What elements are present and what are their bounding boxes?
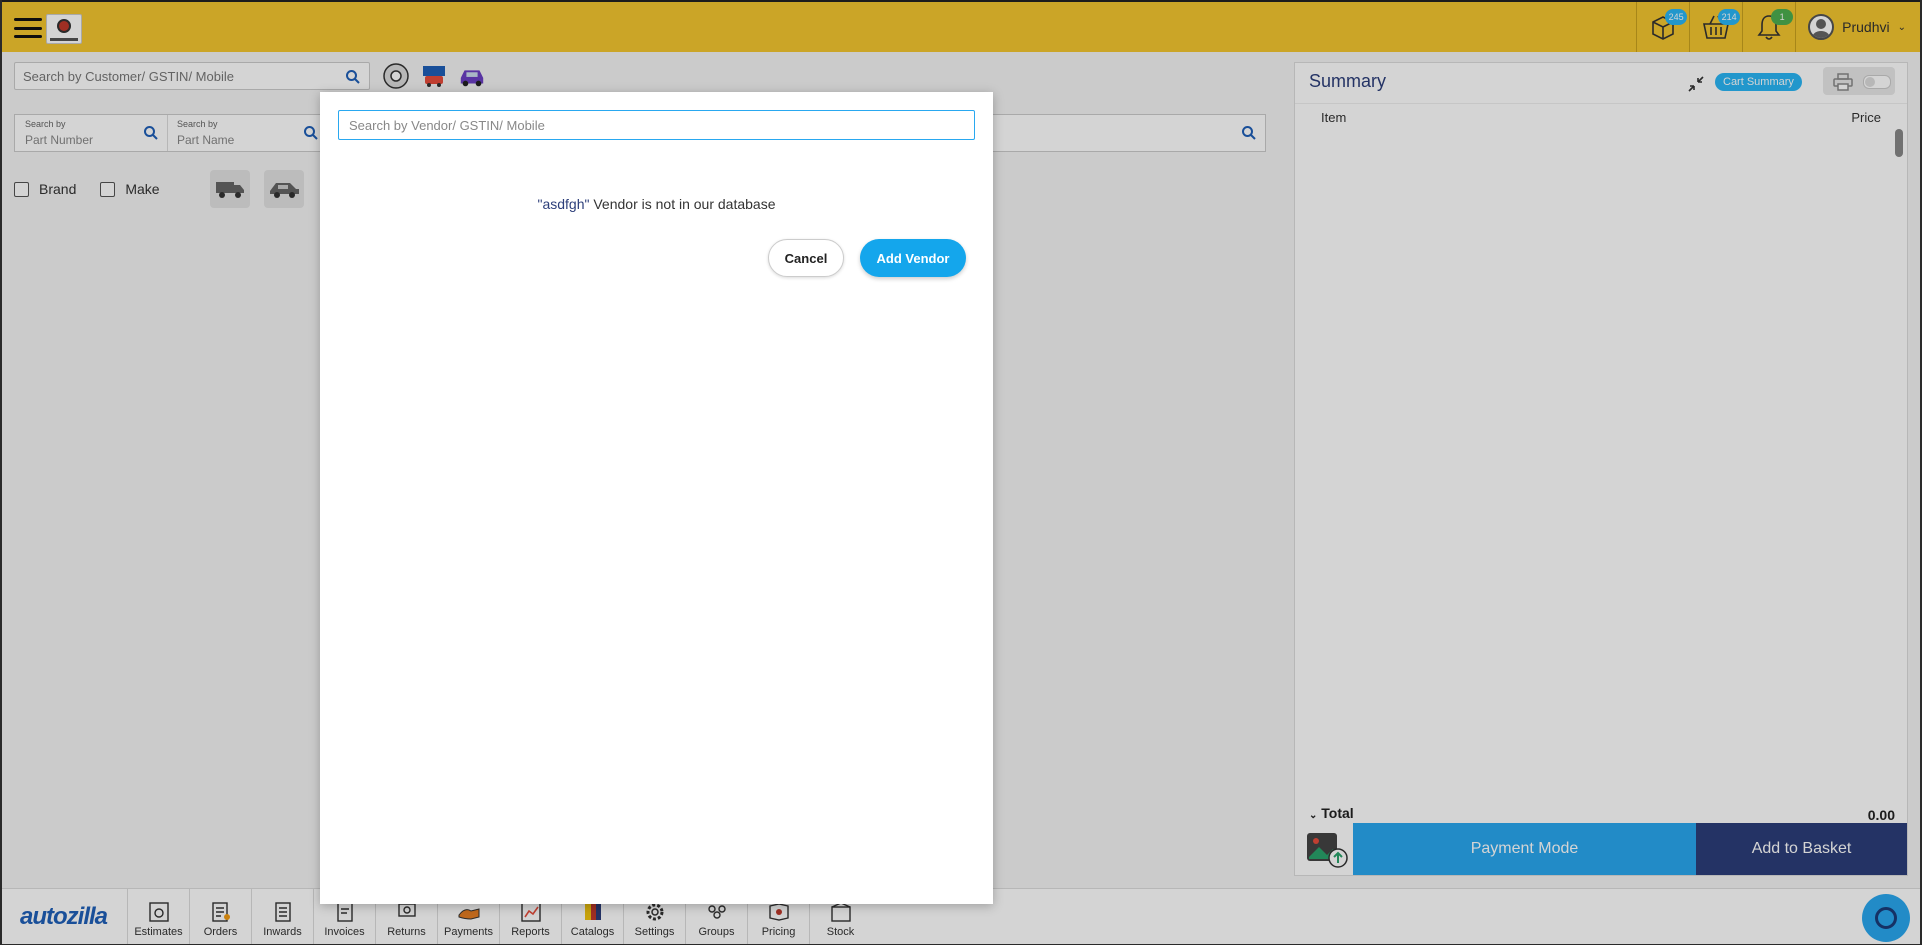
vendor-not-found-message: "asdfgh" Vendor is not in our database [320,196,993,212]
add-vendor-button[interactable]: Add Vendor [860,239,966,277]
vendor-query-text: "asdfgh" [537,196,590,212]
vendor-search-modal: "asdfgh" Vendor is not in our database C… [320,92,993,904]
vendor-not-found-text: Vendor is not in our database [589,196,776,212]
vendor-search-input[interactable] [338,110,975,140]
cancel-button[interactable]: Cancel [768,239,844,277]
